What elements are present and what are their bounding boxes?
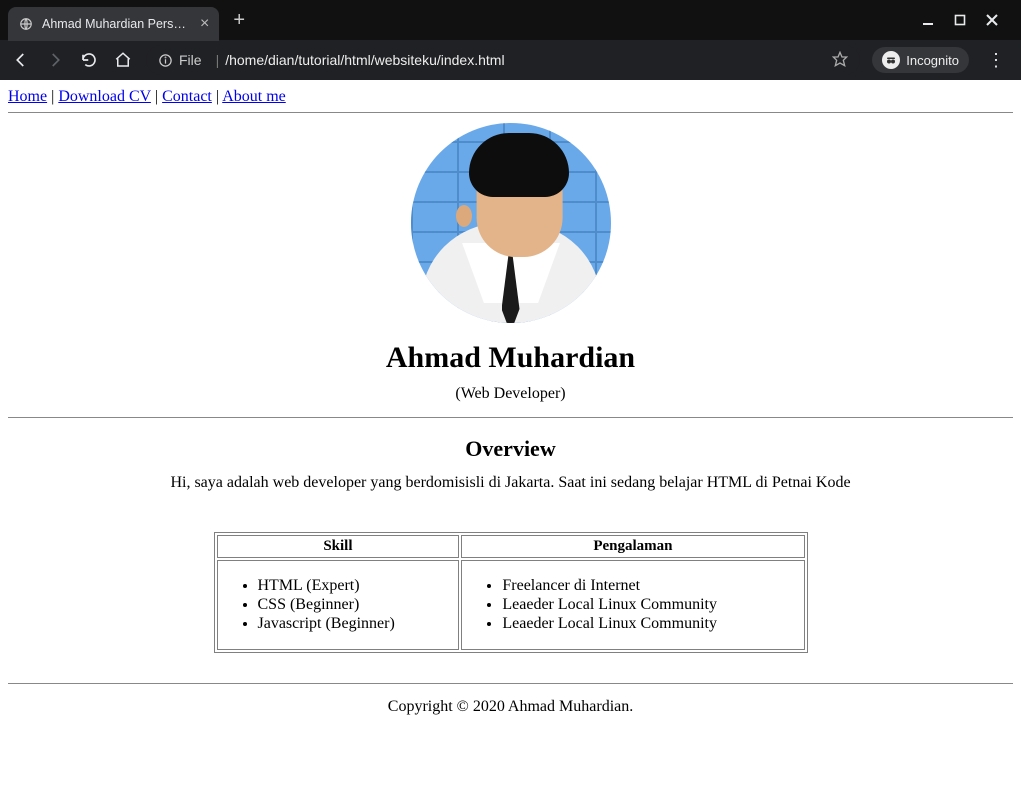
browser-tab[interactable]: Ahmad Muhardian Personal W × xyxy=(8,7,219,41)
address-bar: File | /home/dian/tutorial/html/websitek… xyxy=(0,40,1021,80)
back-icon[interactable] xyxy=(10,49,32,71)
window-controls xyxy=(921,13,1013,27)
kebab-menu-icon[interactable]: ⋮ xyxy=(981,50,1011,71)
profile-role: (Web Developer) xyxy=(8,385,1013,403)
close-window-icon[interactable] xyxy=(985,13,999,27)
list-item: Freelancer di Internet xyxy=(502,577,795,595)
incognito-indicator[interactable]: Incognito xyxy=(872,47,969,73)
maximize-icon[interactable] xyxy=(953,13,967,27)
table-header-experience: Pengalaman xyxy=(461,535,804,558)
globe-icon xyxy=(18,16,34,32)
top-nav: Home | Download CV | Contact | About me xyxy=(8,88,1013,106)
bookmark-star-icon[interactable] xyxy=(832,51,848,70)
header-block: Ahmad Muhardian (Web Developer) xyxy=(8,123,1013,403)
page-viewport: Home | Download CV | Contact | About me … xyxy=(0,80,1021,802)
url-scheme: File xyxy=(179,52,202,68)
avatar xyxy=(411,123,611,323)
new-tab-button[interactable]: + xyxy=(225,9,253,32)
table-row: HTML (Expert) CSS (Beginner) Javascript … xyxy=(217,560,805,650)
forward-icon[interactable] xyxy=(44,49,66,71)
close-icon[interactable]: × xyxy=(200,15,209,33)
divider xyxy=(8,112,1013,113)
browser-chrome: Ahmad Muhardian Personal W × + File | xyxy=(0,0,1021,80)
overview-heading: Overview xyxy=(8,436,1013,462)
skills-table: Skill Pengalaman HTML (Expert) CSS (Begi… xyxy=(214,532,808,653)
nav-about-me[interactable]: About me xyxy=(222,88,286,105)
footer-text: Copyright © 2020 Ahmad Muhardian. xyxy=(388,698,633,715)
tab-strip: Ahmad Muhardian Personal W × + xyxy=(0,0,1021,40)
skills-cell: HTML (Expert) CSS (Beginner) Javascript … xyxy=(217,560,460,650)
experience-cell: Freelancer di Internet Leaeder Local Lin… xyxy=(461,560,804,650)
nav-home[interactable]: Home xyxy=(8,88,47,105)
incognito-icon xyxy=(882,51,900,69)
footer: Copyright © 2020 Ahmad Muhardian. xyxy=(8,690,1013,724)
nav-sep: | xyxy=(151,88,162,105)
table-header-row: Skill Pengalaman xyxy=(217,535,805,558)
home-icon[interactable] xyxy=(112,49,134,71)
list-item: Leaeder Local Linux Community xyxy=(502,596,795,614)
nav-contact[interactable]: Contact xyxy=(162,88,212,105)
nav-download-cv[interactable]: Download CV xyxy=(58,88,151,105)
main-block: Overview Hi, saya adalah web developer y… xyxy=(8,436,1013,653)
list-item: Javascript (Beginner) xyxy=(258,615,451,633)
minimize-icon[interactable] xyxy=(921,13,935,27)
incognito-label: Incognito xyxy=(906,53,959,68)
url-bar[interactable]: File | /home/dian/tutorial/html/websitek… xyxy=(146,45,860,75)
nav-sep: | xyxy=(212,88,222,105)
url-separator: | xyxy=(216,52,220,68)
reload-icon[interactable] xyxy=(78,49,100,71)
list-item: HTML (Expert) xyxy=(258,577,451,595)
divider xyxy=(8,417,1013,418)
tab-title: Ahmad Muhardian Personal W xyxy=(42,17,192,31)
nav-sep: | xyxy=(47,88,58,105)
list-item: Leaeder Local Linux Community xyxy=(502,615,795,633)
info-icon[interactable] xyxy=(158,53,173,68)
url-path: /home/dian/tutorial/html/websiteku/index… xyxy=(225,52,504,68)
profile-name: Ahmad Muhardian xyxy=(8,341,1013,375)
list-item: CSS (Beginner) xyxy=(258,596,451,614)
overview-text: Hi, saya adalah web developer yang berdo… xyxy=(8,474,1013,492)
table-header-skill: Skill xyxy=(217,535,460,558)
divider xyxy=(8,683,1013,684)
